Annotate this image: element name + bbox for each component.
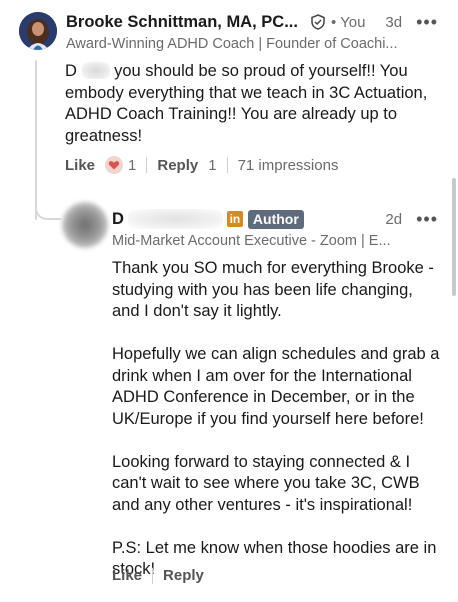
comment-text: D you should be so proud of yourself!! Y… — [65, 61, 435, 147]
impressions-count[interactable]: 71 impressions — [238, 157, 339, 174]
profile-photo — [19, 12, 57, 50]
reply-paragraph: Thank you SO much for everything Brooke … — [112, 259, 434, 320]
divider — [152, 567, 154, 584]
timestamp: 3d — [385, 13, 403, 31]
divider — [146, 157, 148, 173]
scrollbar[interactable] — [452, 178, 456, 296]
reply-header: D in Author 2d ••• Mid-Market Account Ex… — [112, 207, 438, 249]
reply-timestamp: 2d — [385, 210, 403, 228]
like-button[interactable]: Like — [65, 157, 95, 174]
thread-connector — [35, 196, 61, 220]
comment-actions: Like 1 Reply 1 71 impressions — [65, 156, 338, 174]
you-label: • You — [330, 13, 366, 31]
reply-like-button[interactable]: Like — [112, 567, 142, 584]
divider — [226, 157, 228, 173]
more-options-icon[interactable]: ••• — [416, 13, 438, 31]
verified-shield-icon — [311, 14, 325, 30]
reply-actions: Like Reply — [112, 567, 204, 584]
reply-button[interactable]: Reply — [157, 157, 198, 174]
reply-avatar[interactable] — [62, 202, 108, 248]
reaction-count[interactable]: 1 — [128, 157, 136, 174]
redacted-name — [81, 62, 110, 79]
reply-text: Thank you SO much for everything Brooke … — [112, 258, 442, 602]
reply-more-options-icon[interactable]: ••• — [416, 210, 438, 228]
comment-text-rest: you should be so proud of yourself!! You… — [65, 62, 428, 145]
reply-paragraph: Looking forward to staying connected & I… — [112, 452, 420, 514]
linkedin-badge-icon: in — [226, 211, 243, 227]
reply-paragraph: Hopefully we can align schedules and gra… — [112, 345, 440, 428]
reply-author-initial[interactable]: D — [112, 210, 124, 229]
author-name[interactable]: Brooke Schnittman, MA, PC... — [66, 13, 298, 32]
avatar[interactable] — [19, 12, 57, 50]
reply-count[interactable]: 1 — [208, 157, 216, 174]
author-badge: Author — [247, 209, 304, 229]
reply-reply-button[interactable]: Reply — [163, 567, 204, 584]
reply-author-headline: Mid-Market Account Executive - Zoom | E.… — [112, 233, 391, 249]
author-headline: Award-Winning ADHD Coach | Founder of Co… — [66, 36, 398, 52]
comment-header: Brooke Schnittman, MA, PC... • You 3d ••… — [66, 10, 438, 53]
redacted-author-name — [127, 209, 223, 229]
heart-reaction-icon[interactable] — [105, 156, 124, 174]
comment-text-start: D — [65, 62, 77, 80]
